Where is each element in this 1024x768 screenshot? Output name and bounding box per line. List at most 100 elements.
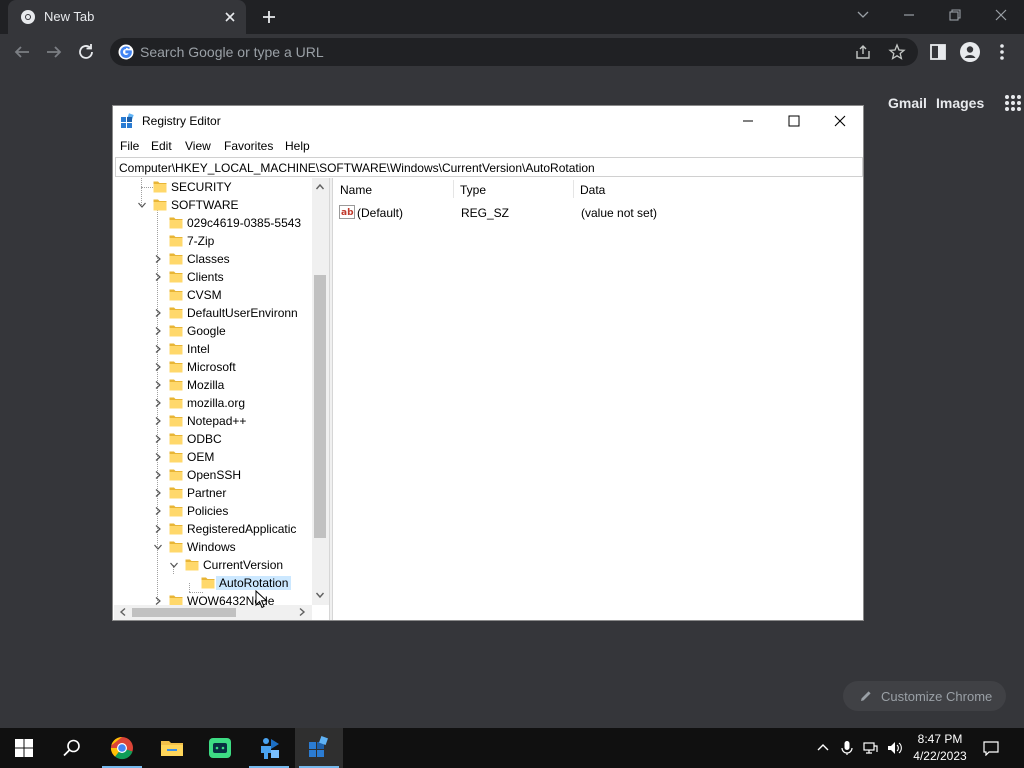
chevron-down-icon[interactable] [137, 200, 147, 210]
chevron-right-icon[interactable] [153, 488, 163, 498]
close-tab-icon[interactable] [222, 9, 238, 25]
forward-icon[interactable] [42, 40, 66, 64]
taskbar-chrome[interactable] [98, 728, 146, 768]
tree-item[interactable]: Mozilla [114, 376, 314, 394]
restore-icon[interactable] [942, 4, 968, 26]
tree-item[interactable]: Policies [114, 502, 314, 520]
scroll-right-icon[interactable] [297, 607, 307, 617]
scroll-down-icon[interactable] [315, 590, 325, 600]
customize-chrome-button[interactable]: Customize Chrome [843, 681, 1006, 711]
chevron-right-icon[interactable] [153, 524, 163, 534]
reload-icon[interactable] [74, 40, 98, 64]
chevron-right-icon[interactable] [153, 254, 163, 264]
tree-item[interactable]: OpenSSH [114, 466, 314, 484]
menu-edit[interactable]: Edit [151, 139, 172, 153]
tree-item[interactable]: CVSM [114, 286, 314, 304]
tree-item[interactable]: Clients [114, 268, 314, 286]
chevron-right-icon[interactable] [153, 506, 163, 516]
chevron-down-icon[interactable] [169, 560, 179, 570]
tree-item[interactable]: Classes [114, 250, 314, 268]
menu-file[interactable]: File [120, 139, 139, 153]
chevron-right-icon[interactable] [153, 596, 163, 605]
omnibox[interactable] [110, 38, 918, 66]
chrome-menu-icon[interactable] [990, 40, 1014, 64]
network-icon[interactable] [862, 740, 878, 756]
tab-search-icon[interactable] [850, 4, 876, 26]
clock-time[interactable]: 8:47 PM [914, 732, 966, 746]
chevron-right-icon[interactable] [153, 344, 163, 354]
menu-help[interactable]: Help [285, 139, 310, 153]
tree-item[interactable]: Partner [114, 484, 314, 502]
minimize-icon[interactable] [896, 4, 922, 26]
clock-date[interactable]: 4/22/2023 [909, 749, 971, 763]
back-icon[interactable] [10, 40, 34, 64]
tree-item[interactable]: Notepad++ [114, 412, 314, 430]
column-header-name[interactable]: Name [333, 178, 453, 200]
bookmark-star-icon[interactable] [888, 43, 906, 61]
tree-item[interactable]: ODBC [114, 430, 314, 448]
scroll-up-icon[interactable] [315, 182, 325, 192]
chevron-down-icon[interactable] [153, 542, 163, 552]
tree-item[interactable]: Intel [114, 340, 314, 358]
tree-item[interactable]: WOW6432Node [114, 592, 314, 605]
tree-view[interactable]: SECURITY SOFTWARE 029c4619-0385-5543 7-Zip C… [114, 178, 314, 605]
tree-item[interactable]: RegisteredApplicatic [114, 520, 314, 538]
chevron-right-icon[interactable] [153, 380, 163, 390]
regedit-maximize-icon[interactable] [771, 106, 817, 136]
taskbar-registry-editor[interactable] [295, 728, 343, 768]
start-button[interactable] [0, 728, 48, 768]
tree-item[interactable]: Windows [114, 538, 314, 556]
tree-item[interactable]: CurrentVersion [114, 556, 314, 574]
tree-item[interactable]: Microsoft [114, 358, 314, 376]
taskbar-search-button[interactable] [48, 728, 96, 768]
taskbar-android-studio[interactable] [196, 728, 244, 768]
menu-view[interactable]: View [185, 139, 211, 153]
notifications-icon[interactable] [983, 740, 999, 756]
scroll-left-icon[interactable] [118, 607, 128, 617]
tree-item[interactable]: mozilla.org [114, 394, 314, 412]
tree-item[interactable]: SOFTWARE [114, 196, 314, 214]
tree-item[interactable]: OEM [114, 448, 314, 466]
regedit-close-icon[interactable] [817, 106, 863, 136]
tree-item[interactable]: 7-Zip [114, 232, 314, 250]
new-tab-icon[interactable] [258, 6, 280, 28]
gmail-link[interactable]: Gmail [888, 95, 927, 111]
tree-item[interactable]: 029c4619-0385-5543 [114, 214, 314, 232]
tree-item[interactable]: Google [114, 322, 314, 340]
chevron-right-icon[interactable] [153, 416, 163, 426]
tree-item[interactable]: SECURITY [114, 178, 314, 196]
chevron-right-icon[interactable] [153, 362, 163, 372]
close-window-icon[interactable] [988, 4, 1014, 26]
tree-horizontal-scrollbar[interactable] [114, 605, 312, 620]
profile-avatar-icon[interactable] [958, 40, 982, 64]
column-header-data[interactable]: Data [573, 178, 773, 200]
taskbar-remote-desktop[interactable] [245, 728, 293, 768]
column-header-type[interactable]: Type [453, 178, 573, 200]
horizontal-scroll-thumb[interactable] [132, 608, 236, 617]
side-panel-icon[interactable] [926, 40, 950, 64]
tree-item[interactable]: AutoRotation [114, 574, 314, 592]
tree-item[interactable]: DefaultUserEnvironn [114, 304, 314, 322]
volume-icon[interactable] [886, 740, 902, 756]
chevron-right-icon[interactable] [153, 434, 163, 444]
chevron-right-icon[interactable] [153, 308, 163, 318]
microphone-icon[interactable] [839, 740, 855, 756]
address-bar[interactable]: Computer\HKEY_LOCAL_MACHINE\SOFTWARE\Win… [115, 157, 863, 177]
menu-favorites[interactable]: Favorites [224, 139, 273, 153]
value-row[interactable]: ab (Default) REG_SZ (value not set) [333, 203, 863, 221]
chevron-right-icon[interactable] [153, 398, 163, 408]
omnibox-input[interactable] [140, 42, 840, 62]
show-hidden-icons-chevron-icon[interactable] [815, 740, 831, 756]
chevron-right-icon[interactable] [153, 452, 163, 462]
chevron-right-icon[interactable] [153, 272, 163, 282]
images-link[interactable]: Images [936, 95, 984, 111]
taskbar-file-explorer[interactable] [148, 728, 196, 768]
chevron-right-icon[interactable] [153, 470, 163, 480]
tab-new-tab[interactable]: New Tab [8, 0, 246, 34]
chevron-right-icon[interactable] [153, 326, 163, 336]
google-apps-icon[interactable] [1004, 94, 1022, 112]
regedit-titlebar[interactable]: Registry Editor [113, 106, 863, 136]
share-icon[interactable] [854, 43, 872, 61]
regedit-minimize-icon[interactable] [725, 106, 771, 136]
vertical-scroll-thumb[interactable] [314, 275, 326, 538]
